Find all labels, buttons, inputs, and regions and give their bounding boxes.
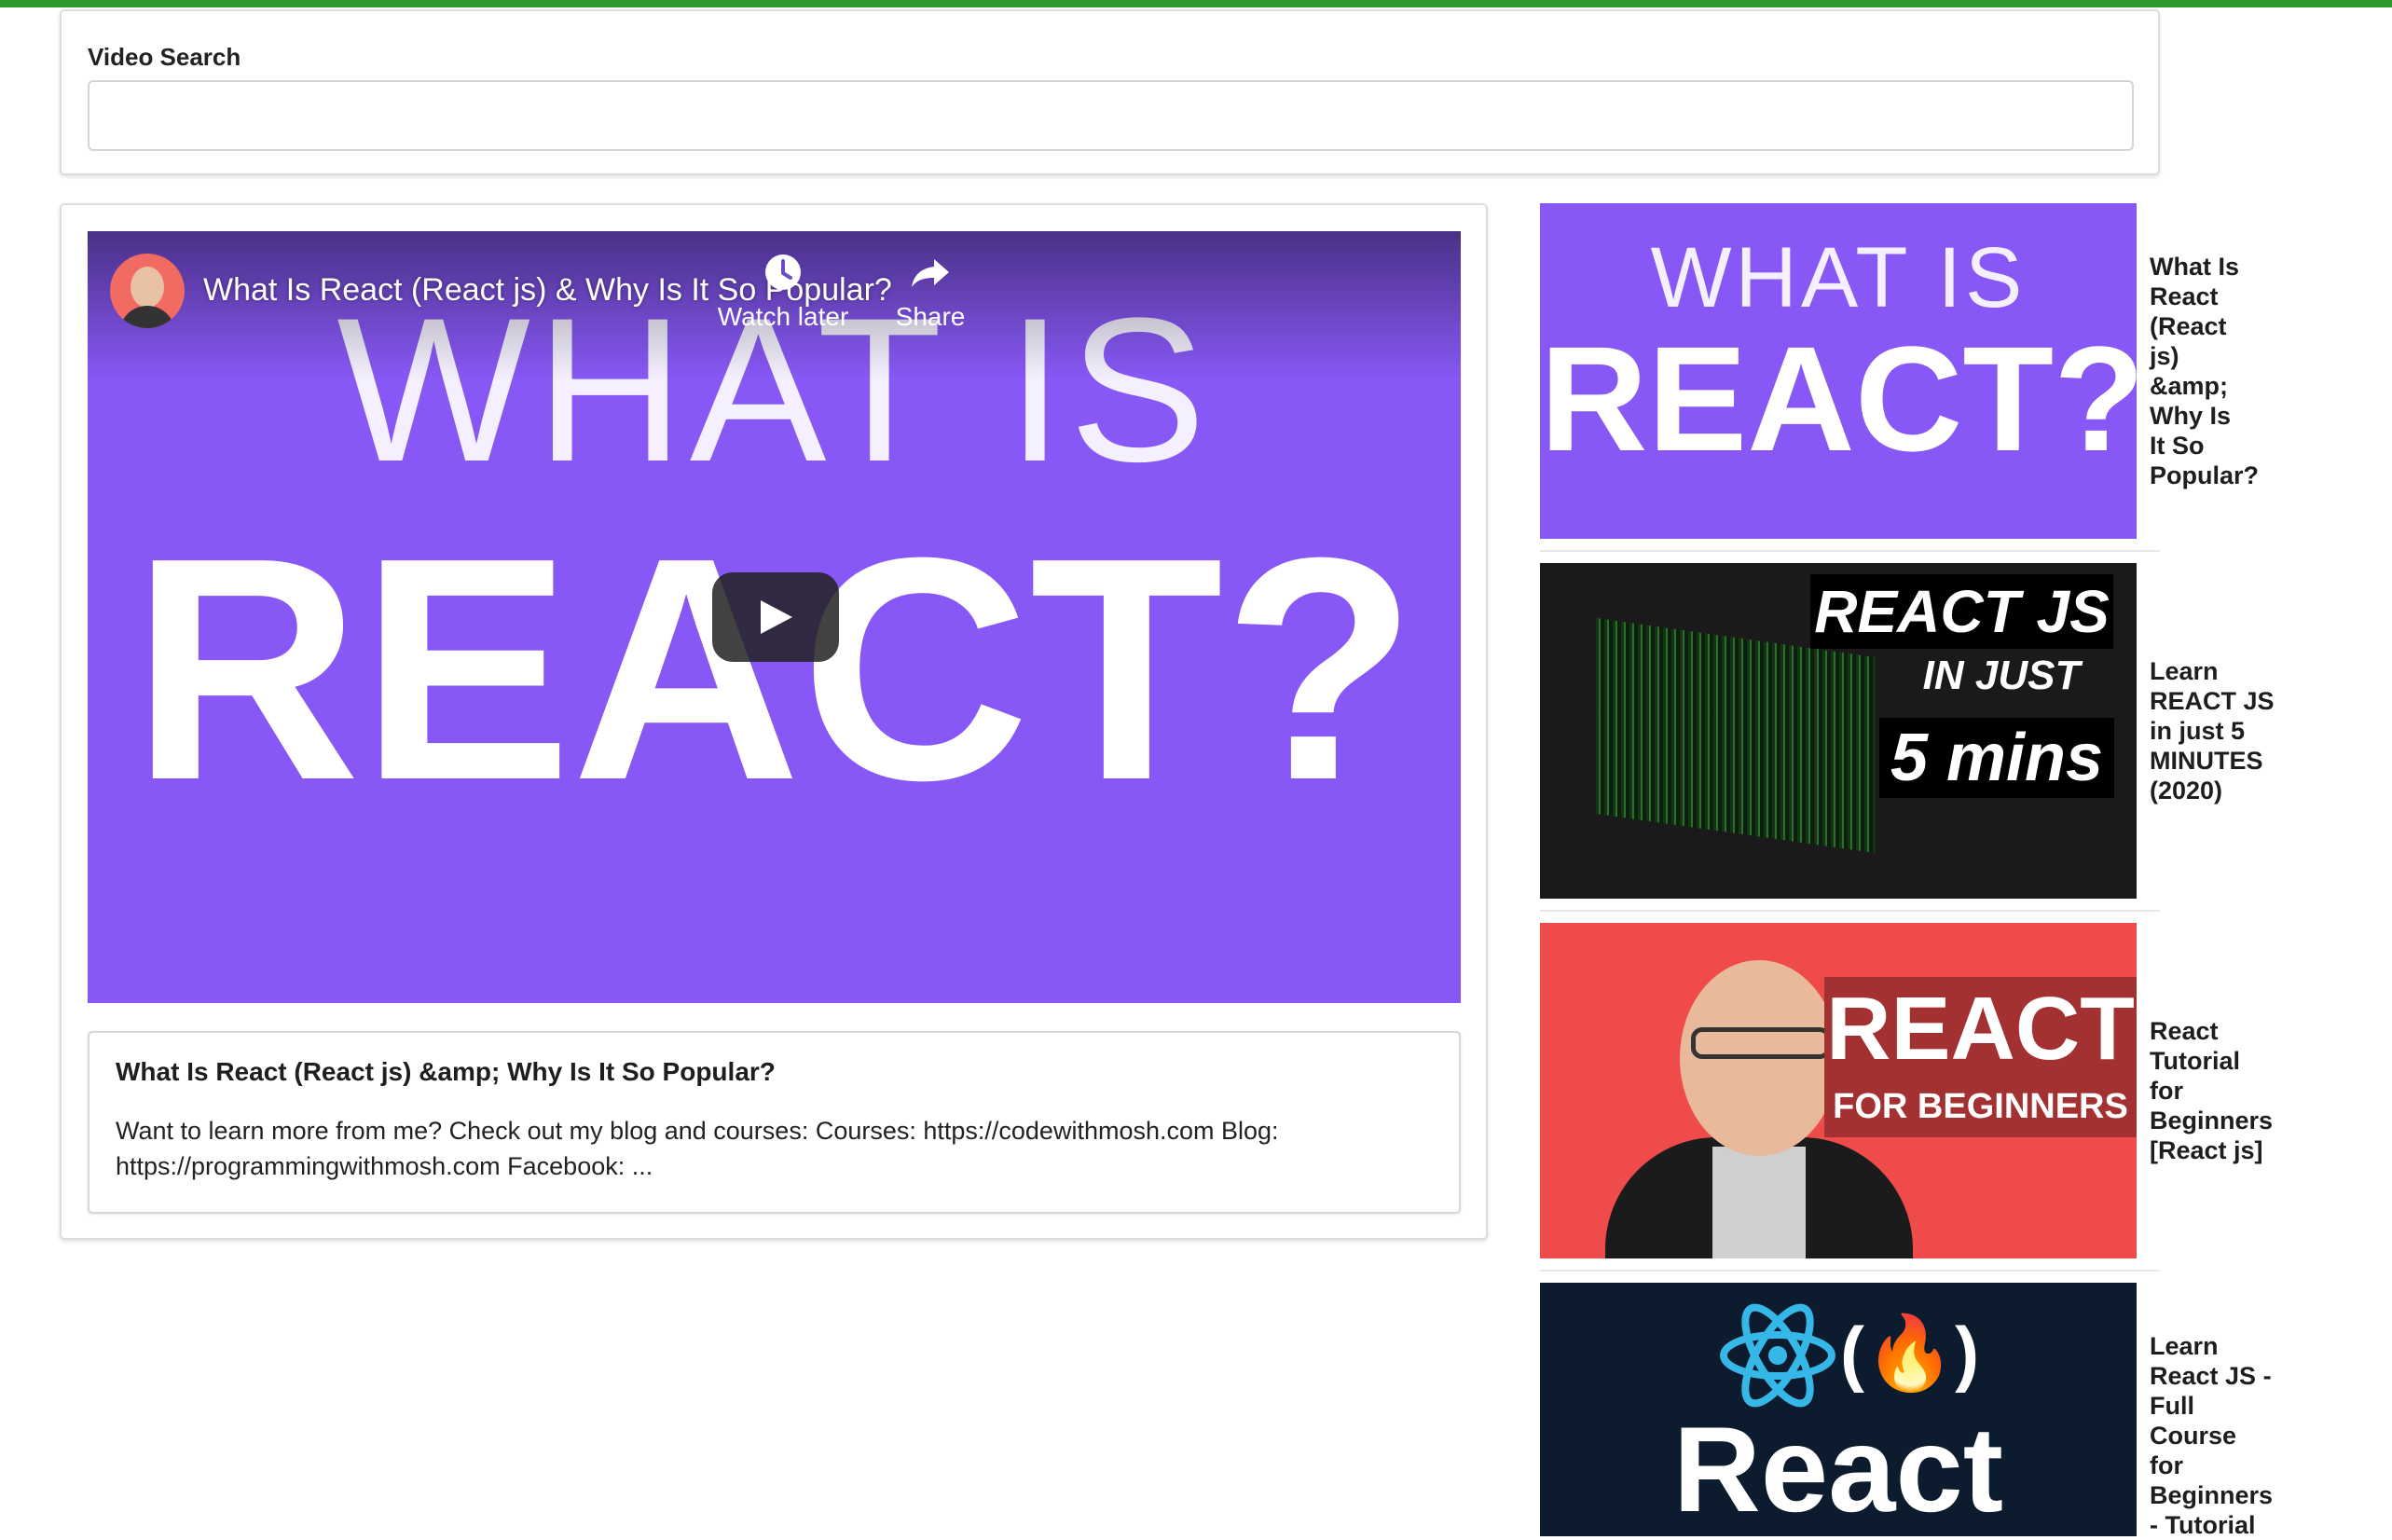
title-line: Beginners	[2150, 1107, 2274, 1134]
clock-icon	[765, 254, 801, 290]
video-item-title[interactable]: What Is React (React js) &amp; Why Is It…	[2150, 252, 2280, 490]
title-line: MINUTES	[2150, 747, 2263, 775]
player-thumb-line2: REACT?	[131, 492, 1417, 846]
title-line: [React js]	[2150, 1136, 2263, 1164]
list-divider	[1540, 1270, 2160, 1272]
laptop-matrix-graphic	[1596, 617, 1876, 854]
person-shirt	[1712, 1147, 1806, 1258]
thumb-text: REACT?	[1540, 315, 2137, 482]
watch-later-label: Watch later	[717, 302, 849, 331]
video-thumbnail[interactable]: WHAT IS REACT?	[1540, 203, 2137, 539]
video-title: What Is React (React js) &amp; Why Is It…	[116, 1057, 776, 1086]
thumb-text: WHAT IS	[1650, 230, 2027, 325]
title-line: &amp;	[2150, 372, 2229, 400]
title-line: - Tutorial	[2150, 1511, 2256, 1539]
title-line: It So	[2150, 432, 2205, 460]
video-thumbnail[interactable]: REACT JS IN JUST 5 mins	[1540, 563, 2137, 899]
avatar-face	[131, 267, 164, 308]
list-divider	[1540, 910, 2160, 912]
play-icon	[761, 600, 792, 634]
video-item-title[interactable]: Learn React JS - Full Course for Beginne…	[2150, 1331, 2280, 1540]
thumb-text: (🔥)	[1840, 1312, 1980, 1394]
thumb-banner: REACT FOR BEGINNERS	[1824, 977, 2137, 1137]
list-divider	[1540, 550, 2160, 552]
video-item-title[interactable]: Learn REACT JS in just 5 MINUTES (2020)	[2150, 656, 2280, 805]
title-line: (React	[2150, 312, 2227, 340]
video-list-item[interactable]: (🔥) React Learn React JS - Full Course f…	[1540, 1283, 2273, 1539]
video-item-title[interactable]: React Tutorial for Beginners [React js]	[2150, 1016, 2280, 1165]
title-line: Course	[2150, 1422, 2237, 1450]
title-line: React	[2150, 282, 2219, 310]
react-atom-icon	[1720, 1303, 1835, 1408]
thumb-text: REACT JS	[1810, 574, 2113, 649]
share-button[interactable]: Share	[856, 250, 1005, 332]
video-detail-panel: WHAT IS REACT? What Is React (React js) …	[60, 203, 1488, 1240]
thumb-text: REACT	[1826, 979, 2135, 1079]
title-line: for	[2150, 1451, 2183, 1479]
thumb-text: IN JUST	[1922, 653, 2081, 698]
play-button[interactable]	[712, 572, 839, 662]
thumb-text: FOR BEGINNERS	[1833, 1087, 2128, 1126]
title-line: Popular?	[2150, 461, 2260, 489]
title-line: Learn	[2150, 1332, 2219, 1360]
title-line: Full	[2150, 1392, 2194, 1420]
video-list-item[interactable]: REACT FOR BEGINNERS React Tutorial for B…	[1540, 923, 2273, 1258]
share-icon	[912, 259, 949, 287]
title-line: (2020)	[2150, 777, 2223, 804]
title-line: Beginners	[2150, 1481, 2274, 1509]
title-line: REACT JS	[2150, 687, 2275, 715]
avatar-shirt	[119, 306, 175, 328]
top-accent-bar	[0, 0, 2392, 7]
title-line: in just 5	[2150, 717, 2246, 745]
title-line: React	[2150, 1017, 2219, 1045]
video-list-item[interactable]: WHAT IS REACT? What Is React (React js) …	[1540, 203, 2259, 539]
watch-later-button[interactable]: Watch later	[708, 250, 858, 332]
search-panel: Video Search	[60, 9, 2160, 175]
video-description: Want to learn more from me? Check out my…	[116, 1117, 1279, 1180]
video-list-item[interactable]: REACT JS IN JUST 5 mins Learn REACT JS i…	[1540, 563, 2275, 899]
title-line: Learn	[2150, 657, 2219, 685]
share-label: Share	[895, 302, 966, 331]
search-input[interactable]	[88, 80, 2134, 151]
video-player[interactable]: WHAT IS REACT? What Is React (React js) …	[88, 231, 1461, 1003]
thumb-text: 5 mins	[1879, 718, 2114, 798]
title-line: Why Is	[2150, 402, 2232, 430]
video-info-card: What Is React (React js) &amp; Why Is It…	[88, 1031, 1461, 1214]
title-line: for	[2150, 1077, 2183, 1105]
video-thumbnail[interactable]: REACT FOR BEGINNERS	[1540, 923, 2137, 1258]
channel-avatar[interactable]	[110, 254, 185, 328]
thumb-text: React	[1672, 1401, 2004, 1536]
title-line: Tutorial	[2150, 1047, 2240, 1075]
title-line: js)	[2150, 342, 2179, 370]
title-line: What Is	[2150, 253, 2240, 281]
video-thumbnail[interactable]: (🔥) React	[1540, 1283, 2137, 1536]
person-glasses	[1691, 1027, 1831, 1059]
search-label: Video Search	[88, 43, 241, 71]
title-line: React JS -	[2150, 1362, 2272, 1390]
